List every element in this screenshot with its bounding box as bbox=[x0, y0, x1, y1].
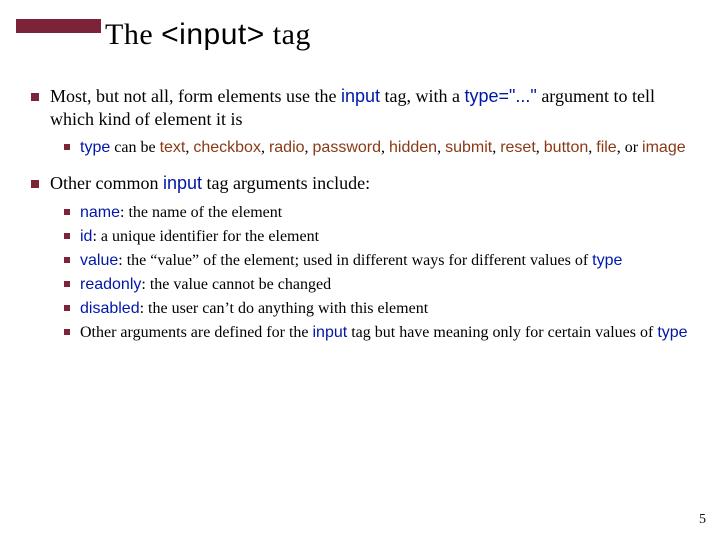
bullet-marker-icon bbox=[20, 172, 50, 195]
title-tag-open: < bbox=[161, 18, 179, 51]
text-fragment: readonly bbox=[80, 276, 141, 293]
text-fragment: , bbox=[305, 139, 313, 156]
text-fragment: text bbox=[160, 139, 186, 156]
text-fragment: checkbox bbox=[193, 139, 261, 156]
bullet-body: readonly: the value cannot be changed bbox=[80, 275, 700, 295]
page-title: The <input> tag bbox=[105, 18, 311, 52]
text-fragment: Most, but not all, form elements use the bbox=[50, 86, 341, 106]
text-fragment: disabled bbox=[80, 300, 140, 317]
bullet-body: disabled: the user can’t do anything wit… bbox=[80, 299, 700, 319]
bullet-body: name: the name of the element bbox=[80, 203, 700, 223]
title-tag-name: input bbox=[179, 18, 247, 51]
bullet-body: id: a unique identifier for the element bbox=[80, 227, 700, 247]
bullet-marker-icon bbox=[54, 275, 80, 295]
text-fragment: password bbox=[313, 139, 381, 156]
bullet-body: value: the “value” of the element; used … bbox=[80, 251, 700, 271]
bullet-marker-icon bbox=[54, 138, 80, 158]
text-fragment: , bbox=[381, 139, 389, 156]
text-fragment: tag, with a bbox=[380, 86, 464, 106]
bullet-level2: id: a unique identifier for the element bbox=[54, 227, 700, 247]
bullet-marker-icon bbox=[54, 323, 80, 343]
text-fragment: type bbox=[657, 324, 687, 341]
text-fragment: submit bbox=[445, 139, 492, 156]
bullet-level2: Other arguments are defined for the inpu… bbox=[54, 323, 700, 343]
text-fragment: tag but have meaning only for certain va… bbox=[347, 324, 657, 341]
bullet-level2: readonly: the value cannot be changed bbox=[54, 275, 700, 295]
text-fragment: id bbox=[80, 228, 92, 245]
title-prefix: The bbox=[105, 18, 161, 51]
text-fragment: , bbox=[492, 139, 500, 156]
bullet-marker-icon bbox=[20, 85, 50, 130]
text-fragment: type bbox=[592, 252, 622, 269]
bullet-level2: value: the “value” of the element; used … bbox=[54, 251, 700, 271]
bullet-marker-icon bbox=[54, 203, 80, 223]
bullet-body: Most, but not all, form elements use the… bbox=[50, 85, 700, 130]
text-fragment: input bbox=[341, 86, 380, 106]
text-fragment: : the “value” of the element; used in di… bbox=[118, 252, 592, 269]
text-fragment: , or bbox=[617, 139, 642, 156]
text-fragment: , bbox=[437, 139, 445, 156]
bullet-marker-icon bbox=[54, 299, 80, 319]
text-fragment: input bbox=[163, 173, 202, 193]
text-fragment: : a unique identifier for the element bbox=[92, 228, 319, 245]
bullet-marker-icon bbox=[54, 227, 80, 247]
text-fragment: hidden bbox=[389, 139, 437, 156]
page-number: 5 bbox=[699, 512, 706, 528]
text-fragment: , bbox=[261, 139, 269, 156]
text-fragment: Other common bbox=[50, 173, 163, 193]
bullet-level1: Most, but not all, form elements use the… bbox=[20, 85, 700, 130]
text-fragment: : the name of the element bbox=[120, 204, 282, 221]
bullet-level2: type can be text, checkbox, radio, passw… bbox=[54, 138, 700, 158]
text-fragment: : the user can’t do anything with this e… bbox=[140, 300, 429, 317]
text-fragment: can be bbox=[110, 139, 159, 156]
slide-content: Most, but not all, form elements use the… bbox=[20, 85, 700, 357]
text-fragment: Other arguments are defined for the bbox=[80, 324, 313, 341]
bullet-body: type can be text, checkbox, radio, passw… bbox=[80, 138, 700, 158]
text-fragment: file bbox=[596, 139, 616, 156]
title-accent-bar bbox=[16, 19, 101, 33]
bullet-level2: name: the name of the element bbox=[54, 203, 700, 223]
text-fragment: , bbox=[536, 139, 544, 156]
bullet-level1: Other common input tag arguments include… bbox=[20, 172, 700, 195]
text-fragment: input bbox=[313, 324, 348, 341]
text-fragment: type bbox=[80, 139, 110, 156]
bullet-body: Other common input tag arguments include… bbox=[50, 172, 700, 195]
text-fragment: type="..." bbox=[464, 86, 536, 106]
bullet-marker-icon bbox=[54, 251, 80, 271]
bullet-level2: disabled: the user can’t do anything wit… bbox=[54, 299, 700, 319]
title-tag-close: > bbox=[247, 18, 265, 51]
text-fragment: image bbox=[642, 139, 686, 156]
text-fragment: : the value cannot be changed bbox=[141, 276, 331, 293]
text-fragment: radio bbox=[269, 139, 305, 156]
text-fragment: name bbox=[80, 204, 120, 221]
bullet-body: Other arguments are defined for the inpu… bbox=[80, 323, 700, 343]
text-fragment: button bbox=[544, 139, 588, 156]
text-fragment: tag arguments include: bbox=[202, 173, 370, 193]
title-suffix: tag bbox=[265, 18, 311, 51]
text-fragment: value bbox=[80, 252, 118, 269]
text-fragment: reset bbox=[500, 139, 536, 156]
